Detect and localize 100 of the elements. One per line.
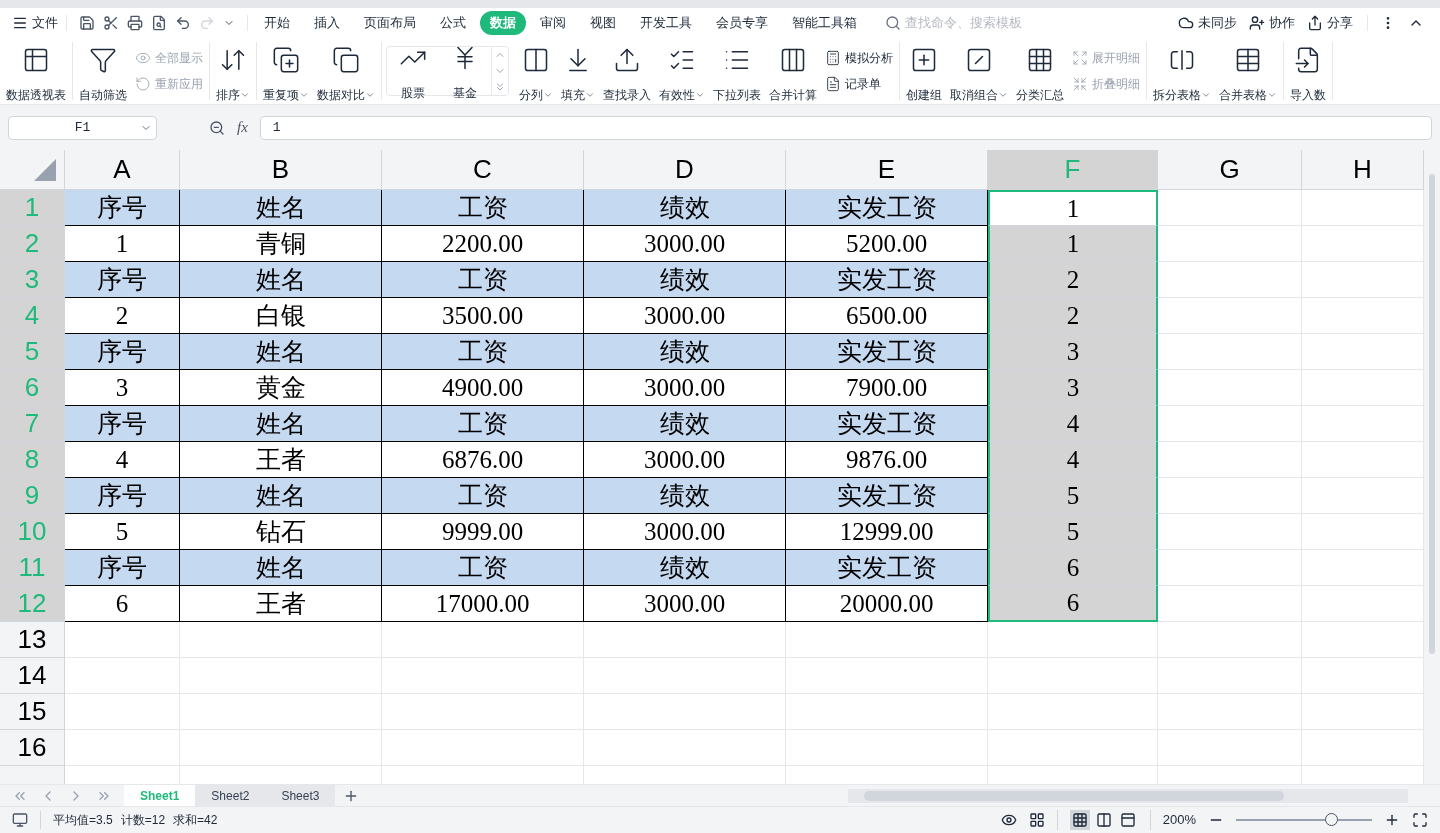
table-cell[interactable] — [584, 730, 786, 766]
table-cell[interactable]: 2 — [65, 298, 180, 334]
ribbon-button[interactable]: 拆分表格 — [1149, 42, 1215, 104]
ribbon-button[interactable]: 自动筛选 — [75, 42, 131, 104]
eye-icon[interactable] — [1000, 812, 1017, 828]
redo-icon[interactable] — [199, 15, 215, 31]
table-cell[interactable] — [1302, 586, 1424, 622]
table-cell[interactable] — [1158, 766, 1302, 784]
table-cell[interactable] — [1158, 694, 1302, 730]
table-cell[interactable]: 实发工资 — [786, 550, 988, 586]
select-all-corner[interactable] — [0, 150, 65, 190]
ribbon-button[interactable]: 基金 — [447, 40, 483, 102]
table-cell[interactable]: 3000.00 — [584, 370, 786, 406]
table-cell[interactable] — [1302, 406, 1424, 442]
table-cell[interactable] — [1302, 622, 1424, 658]
table-cell[interactable]: 序号 — [65, 334, 180, 370]
table-cell[interactable] — [382, 730, 584, 766]
table-cell[interactable]: 3500.00 — [382, 298, 584, 334]
column-header[interactable]: H — [1302, 150, 1424, 190]
table-cell[interactable] — [1302, 694, 1424, 730]
table-cell[interactable]: 绩效 — [584, 190, 786, 226]
menu-tab[interactable]: 视图 — [580, 11, 626, 35]
toolbar-action[interactable]: 未同步 — [1172, 13, 1243, 33]
ribbon-button[interactable]: 分类汇总 — [1012, 42, 1068, 104]
table-cell[interactable]: 4 — [65, 442, 180, 478]
table-cell[interactable]: 1 — [988, 190, 1158, 226]
ribbon-button[interactable]: 股票 — [395, 40, 431, 102]
table-cell[interactable]: 姓名 — [180, 190, 382, 226]
table-cell[interactable] — [1158, 622, 1302, 658]
horizontal-scrollbar[interactable] — [848, 788, 1408, 803]
table-cell[interactable] — [1158, 550, 1302, 586]
ribbon-button[interactable]: 数据透视表 — [2, 42, 70, 104]
view-mode-button[interactable] — [1069, 810, 1090, 830]
table-cell[interactable] — [1158, 406, 1302, 442]
table-cell[interactable]: 工资 — [382, 190, 584, 226]
table-cell[interactable]: 20000.00 — [786, 586, 988, 622]
table-cell[interactable] — [1302, 190, 1424, 226]
zoom-slider-thumb[interactable] — [1325, 813, 1339, 826]
column-header[interactable]: G — [1158, 150, 1302, 190]
toolbar-action[interactable]: 协作 — [1243, 13, 1301, 33]
column-header[interactable]: C — [382, 150, 584, 190]
table-cell[interactable] — [1158, 514, 1302, 550]
menu-tab[interactable]: 开发工具 — [630, 11, 702, 35]
table-cell[interactable] — [382, 658, 584, 694]
table-cell[interactable] — [1302, 298, 1424, 334]
ribbon-small-button[interactable]: 记录单 — [825, 75, 893, 93]
table-cell[interactable] — [584, 766, 786, 784]
table-cell[interactable]: 姓名 — [180, 406, 382, 442]
monitor-icon[interactable] — [12, 812, 28, 828]
table-cell[interactable]: 9999.00 — [382, 514, 584, 550]
table-cell[interactable]: 姓名 — [180, 262, 382, 298]
table-cell[interactable]: 2 — [988, 262, 1158, 298]
table-cell[interactable]: 实发工资 — [786, 262, 988, 298]
ribbon-button[interactable]: 合并表格 — [1215, 42, 1281, 104]
menu-tab[interactable]: 会员专享 — [706, 11, 778, 35]
file-menu[interactable]: 文件 — [8, 13, 62, 33]
scissors-icon[interactable] — [103, 15, 119, 31]
table-cell[interactable] — [1158, 298, 1302, 334]
table-cell[interactable] — [584, 622, 786, 658]
table-cell[interactable] — [382, 766, 584, 784]
table-cell[interactable]: 4900.00 — [382, 370, 584, 406]
table-cell[interactable]: 3000.00 — [584, 298, 786, 334]
table-cell[interactable]: 3 — [988, 334, 1158, 370]
table-cell[interactable] — [65, 694, 180, 730]
printer-icon[interactable] — [127, 15, 143, 31]
ribbon-button[interactable]: 下拉列表 — [709, 42, 765, 104]
table-cell[interactable]: 序号 — [65, 190, 180, 226]
table-cell[interactable] — [1302, 226, 1424, 262]
table-cell[interactable]: 工资 — [382, 406, 584, 442]
table-cell[interactable]: 2 — [988, 298, 1158, 334]
table-cell[interactable] — [988, 658, 1158, 694]
table-cell[interactable] — [65, 622, 180, 658]
preview-icon[interactable] — [151, 15, 167, 31]
table-cell[interactable]: 实发工资 — [786, 478, 988, 514]
table-cell[interactable] — [180, 622, 382, 658]
table-cell[interactable] — [1158, 730, 1302, 766]
column-header[interactable]: A — [65, 150, 180, 190]
formula-field[interactable]: 1 — [259, 115, 1432, 140]
table-cell[interactable] — [1158, 190, 1302, 226]
table-cell[interactable] — [180, 766, 382, 784]
table-cell[interactable] — [1302, 370, 1424, 406]
table-cell[interactable] — [988, 622, 1158, 658]
table-cell[interactable]: 姓名 — [180, 478, 382, 514]
menu-tab[interactable]: 插入 — [304, 11, 350, 35]
table-cell[interactable] — [988, 694, 1158, 730]
row-header[interactable]: 16 — [0, 730, 65, 766]
table-cell[interactable]: 5 — [65, 514, 180, 550]
table-cell[interactable] — [1302, 262, 1424, 298]
table-cell[interactable]: 工资 — [382, 478, 584, 514]
table-cell[interactable]: 黄金 — [180, 370, 382, 406]
ribbon-button[interactable]: 分列 — [515, 42, 557, 104]
table-cell[interactable] — [1158, 262, 1302, 298]
menu-tab[interactable]: 智能工具箱 — [782, 11, 867, 35]
ribbon-button[interactable]: 有效性 — [655, 42, 709, 104]
table-cell[interactable]: 姓名 — [180, 334, 382, 370]
column-header[interactable]: E — [786, 150, 988, 190]
table-cell[interactable]: 绩效 — [584, 478, 786, 514]
table-cell[interactable] — [1302, 766, 1424, 784]
table-cell[interactable]: 序号 — [65, 478, 180, 514]
ribbon-button[interactable]: 查找录入 — [599, 42, 655, 104]
